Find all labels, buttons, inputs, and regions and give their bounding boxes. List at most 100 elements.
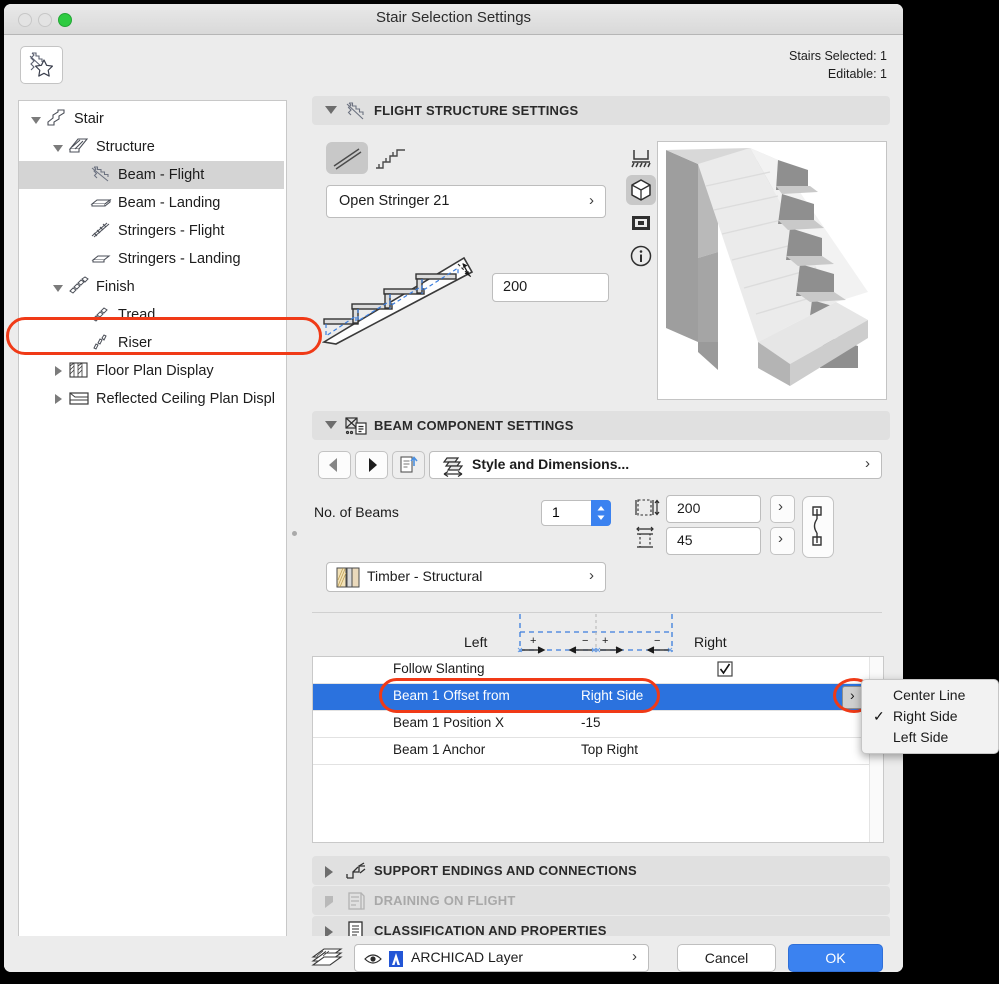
table-row-key: Beam 1 Offset from	[393, 688, 510, 703]
cancel-button[interactable]: Cancel	[677, 944, 776, 972]
sidebar-item-floor-plan-display[interactable]: Floor Plan Display	[19, 357, 284, 385]
material-field[interactable]: Timber - Structural ›	[326, 562, 606, 592]
layer-field[interactable]: ARCHICAD Layer ›	[354, 944, 649, 972]
triangle-right-icon	[369, 458, 377, 472]
stair-3d-preview[interactable]	[657, 141, 887, 400]
stringers-landing-icon	[89, 248, 113, 268]
sidebar-item-label: Finish	[96, 279, 135, 296]
chevron-down-icon[interactable]	[31, 114, 42, 125]
archicad-layer-icon	[389, 951, 403, 967]
stair-icon	[45, 108, 69, 128]
beam-height-input[interactable]: 45	[666, 527, 761, 555]
beam-offset-diagram: + − + −	[517, 614, 673, 654]
monolith-mode-toggle[interactable]	[326, 142, 368, 174]
sidebar-item-label: Floor Plan Display	[96, 363, 214, 380]
menu-item-label: Center Line	[893, 687, 966, 703]
edit-component-button[interactable]	[392, 451, 425, 479]
chevron-right-icon[interactable]: ›	[632, 948, 637, 965]
chevron-right-icon[interactable]	[325, 866, 333, 878]
beam-width-input[interactable]: 200	[666, 495, 761, 523]
table-row[interactable]: Beam 1 Offset from Right Side ›	[313, 684, 883, 711]
chevron-down-icon[interactable]	[53, 142, 64, 153]
chevron-right-icon[interactable]	[53, 393, 64, 405]
style-dimensions-icon	[442, 457, 464, 477]
stepper-arrows[interactable]	[591, 500, 611, 526]
section-view-icon[interactable]	[626, 144, 656, 172]
table-row[interactable]: Follow Slanting	[313, 657, 883, 684]
menu-item-left-side[interactable]: Left Side	[862, 727, 998, 748]
table-body: Follow Slanting Beam 1 Offset from Right S…	[313, 657, 883, 765]
sidebar-item-label: Riser	[118, 335, 152, 352]
next-component-button[interactable]	[355, 451, 388, 479]
beam-height-value: 45	[677, 532, 693, 548]
sidebar-item-reflected-ceiling-plan-displ[interactable]: Reflected Ceiling Plan Displ	[19, 385, 284, 413]
structure-type-field[interactable]: Open Stringer 21 ›	[326, 185, 606, 218]
stepped-mode-toggle[interactable]	[372, 142, 414, 174]
section-beam-component[interactable]: BEAM COMPONENT SETTINGS	[312, 411, 890, 440]
layer-value: ARCHICAD Layer	[411, 949, 524, 965]
sidebar-item-stringers-flight[interactable]: Stringers - Flight	[19, 217, 284, 245]
table-row[interactable]: Beam 1 Position X -15	[313, 711, 883, 738]
sidebar-item-beam-flight[interactable]: Beam - Flight	[19, 161, 284, 189]
style-dimensions-button[interactable]: Style and Dimensions... ›	[429, 451, 882, 479]
sidebar-item-beam-landing[interactable]: Beam - Landing	[19, 189, 284, 217]
table-row-key: Beam 1 Anchor	[393, 742, 486, 757]
ok-button[interactable]: OK	[788, 944, 883, 972]
chevron-right-icon[interactable]: ›	[589, 192, 594, 209]
window-title: Stair Selection Settings	[375, 9, 532, 26]
section-flight-structure[interactable]: FLIGHT STRUCTURE SETTINGS	[312, 96, 890, 125]
offset-from-dropdown-menu[interactable]: Center Line ✓ Right Side Left Side	[861, 679, 999, 754]
sidebar-item-finish[interactable]: Finish	[19, 273, 284, 301]
table-row-value: -15	[581, 715, 601, 730]
sidebar-item-tread[interactable]: Tread	[19, 301, 284, 329]
material-value: Timber - Structural	[367, 568, 483, 584]
chevron-right-icon[interactable]	[53, 365, 64, 377]
chevron-down-icon[interactable]	[53, 282, 64, 293]
beam-width-menu-button[interactable]: ›	[770, 495, 795, 523]
stair-settings-window: Stair Selection Settings Stairs Selected…	[4, 4, 903, 972]
beam-properties-table[interactable]: Follow Slanting Beam 1 Offset from Right S…	[312, 656, 884, 843]
sidebar-item-stringers-landing[interactable]: Stringers - Landing	[19, 245, 284, 273]
chevron-right-icon	[325, 896, 333, 908]
3d-view-icon[interactable]	[626, 175, 656, 205]
chevron-right-icon[interactable]: ›	[589, 567, 594, 584]
sidebar-item-stair[interactable]: Stair	[19, 105, 284, 133]
follow-slanting-checkbox[interactable]	[717, 661, 733, 682]
menu-item-right-side[interactable]: ✓ Right Side	[862, 706, 998, 727]
beam-height-menu-button[interactable]: ›	[770, 527, 795, 555]
chevron-down-icon[interactable]	[325, 106, 337, 114]
table-row[interactable]: Beam 1 Anchor Top Right	[313, 738, 883, 765]
triangle-left-icon	[329, 458, 337, 472]
ceiling-plan-icon	[67, 388, 91, 408]
menu-item-center-line[interactable]: Center Line	[862, 685, 998, 706]
table-row-key: Follow Slanting	[393, 661, 485, 676]
editable-text: Editable: 1	[827, 67, 887, 81]
sidebar-item-label: Beam - Flight	[118, 167, 205, 184]
splitter-grip-dot[interactable]	[292, 531, 297, 536]
no-of-beams-stepper[interactable]: 1	[541, 500, 611, 526]
window-titlebar: Stair Selection Settings	[4, 4, 903, 35]
svg-text:+: +	[602, 635, 608, 647]
chevron-down-icon[interactable]	[325, 421, 337, 429]
layers-icon[interactable]	[310, 945, 344, 967]
sidebar-item-riser[interactable]: Riser	[19, 329, 284, 357]
menu-item-label: Right Side	[893, 708, 958, 724]
previous-component-button[interactable]	[318, 451, 351, 479]
favorites-button[interactable]	[20, 46, 63, 84]
chevron-right-icon[interactable]: ›	[865, 455, 870, 472]
settings-tree-sidebar[interactable]: Stair Structure Beam - Flight Beam - Landin…	[18, 100, 287, 968]
section-support-endings-and-connections[interactable]: SUPPORT ENDINGS AND CONNECTIONS	[312, 856, 890, 885]
thickness-input[interactable]: 200	[492, 273, 609, 302]
section-flight-structure-label: FLIGHT STRUCTURE SETTINGS	[374, 103, 579, 118]
elevation-view-icon[interactable]	[626, 208, 656, 238]
beam-height-icon	[636, 526, 654, 548]
sidebar-item-label: Stringers - Landing	[118, 251, 241, 268]
monolith-icon	[333, 148, 362, 170]
tread-icon	[89, 304, 113, 324]
link-dimensions-icon[interactable]	[802, 496, 834, 558]
sidebar-item-structure[interactable]: Structure	[19, 133, 284, 161]
info-icon[interactable]	[626, 241, 656, 271]
visibility-eye-icon[interactable]	[363, 950, 383, 968]
